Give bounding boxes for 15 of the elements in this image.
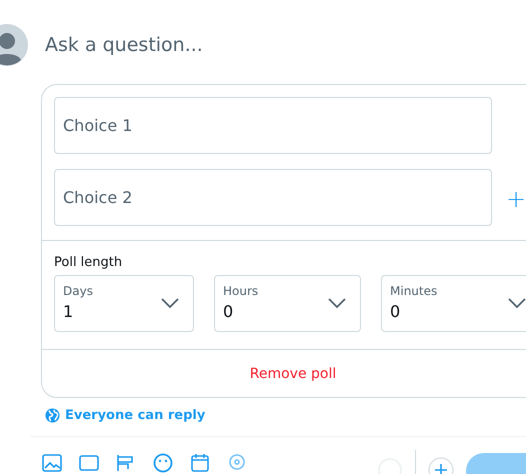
- smiley-icon[interactable]: [153, 453, 173, 473]
- remove-poll-button[interactable]: Remove poll: [42, 349, 526, 397]
- location-icon[interactable]: [227, 453, 247, 473]
- length-select[interactable]: Minutes 0: [381, 275, 526, 332]
- globe-icon: [45, 408, 60, 423]
- poll-length-label: Poll length: [54, 255, 124, 270]
- length-select[interactable]: Days 1: [54, 275, 194, 332]
- image-icon[interactable]: [42, 453, 62, 473]
- calendar-icon[interactable]: [190, 453, 210, 473]
- choice-field[interactable]: Choice 2: [54, 169, 492, 226]
- choice-field[interactable]: Choice 1: [54, 97, 492, 154]
- chevron-icon: [161, 297, 179, 309]
- chevron-icon: [328, 297, 346, 309]
- chevron-icon: [508, 297, 526, 309]
- length-select[interactable]: Hours 0: [214, 275, 361, 332]
